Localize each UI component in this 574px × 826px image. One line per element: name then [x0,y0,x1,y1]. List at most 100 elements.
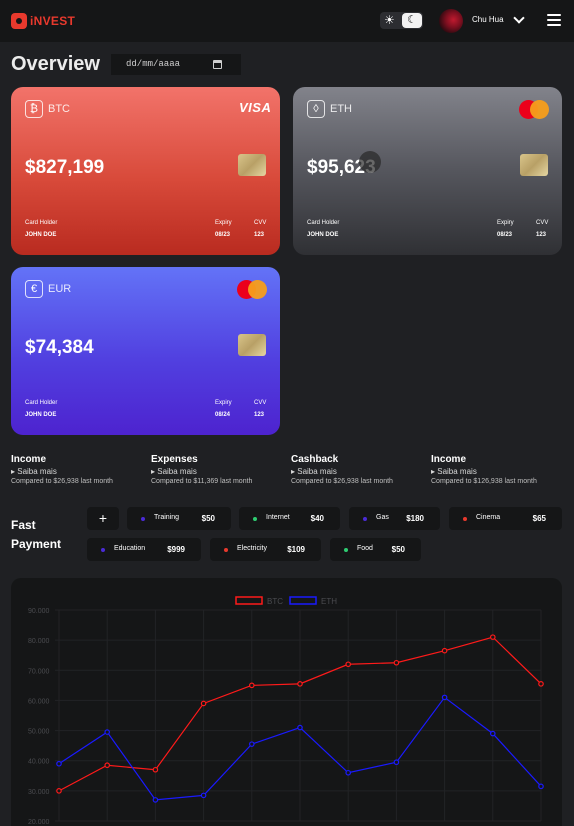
theme-toggle[interactable]: ☀ ☾ [380,12,423,29]
y-tick-label: 40.000 [28,759,50,766]
stat-note: Compared to $26,938 last month [291,478,393,485]
fast-payment-title-line1: Fast [11,518,36,532]
sun-icon[interactable]: ☀ [384,13,395,27]
stat-income-2: Income ▸ Saiba mais Compared to $126,938… [431,454,566,485]
stat-title: Income [11,454,47,465]
line-chart: 90.000 80.000 70.000 60.000 50.000 40.000 30.0… [28,596,544,826]
chip-icon [238,154,266,176]
logo-text: iNVEST [30,14,76,28]
y-tick-label: 20.000 [28,819,50,826]
payment-item-education[interactable]: Education $999 [87,538,201,561]
data-point-btc [104,762,111,769]
data-point-btc [345,661,352,668]
payment-label: Electricity [237,545,267,552]
data-point-btc [489,634,496,640]
expiry-label: Expiry [215,400,232,406]
data-point-eth [393,759,400,766]
data-point-eth [104,729,111,735]
learn-more-link[interactable]: ▸ Saiba mais [431,467,566,476]
calendar-icon[interactable] [213,60,222,69]
bitcoin-icon: ₿ [25,100,43,118]
status-dot [344,548,348,552]
ethereum-icon: ◊ [307,100,325,118]
logo-icon [11,13,27,29]
fast-payment-title-line2: Payment [11,537,62,551]
payment-label: Training [154,514,180,521]
card-holder-name: JOHN DOE [307,232,339,238]
data-point-eth [200,792,207,799]
learn-more-link[interactable]: ▸ Saiba mais [291,467,426,476]
stat-note: Compared to $26,938 last month [11,478,113,485]
y-tick-label: 30.000 [28,789,50,796]
data-point-eth [56,760,62,767]
status-dot [224,548,228,552]
payment-item-cinema[interactable]: Cinema $65 [449,507,562,530]
card-eth[interactable]: ◊ ETH $95,623 Card Holder JOHN DOE Expir… [293,87,562,255]
payment-label: Internet [266,514,290,521]
card-holder-label: Card Holder [307,220,340,226]
data-point-btc [152,766,159,773]
chevron-down-icon[interactable] [513,12,525,24]
payment-item-electricity[interactable]: Electricity $109 [210,538,321,561]
payment-amount: $40 [310,514,324,523]
expiry-value: 08/23 [215,232,231,238]
expiry-value: 08/24 [215,412,231,418]
payment-label: Cinema [476,514,501,521]
y-tick-label: 80.000 [28,638,50,645]
payment-item-gas[interactable]: Gas $180 [349,507,440,530]
cvv-value: 123 [536,232,547,238]
payment-amount: $65 [532,514,546,523]
learn-more-link[interactable]: ▸ Saiba mais [151,467,286,476]
menu-icon[interactable] [547,14,561,26]
payment-amount: $50 [391,545,405,554]
data-point-eth [249,741,255,747]
expiry-value: 08/23 [497,232,513,238]
cvv-value: 123 [254,232,265,238]
top-bar: iNVEST ☀ ☾ Chu Hua [0,0,574,42]
stat-cashback: Cashback ▸ Saiba mais Compared to $26,93… [291,454,426,485]
data-point-btc [441,647,448,654]
data-point-btc [538,681,544,687]
user-name[interactable]: Chu Hua [472,15,504,24]
card-balance: $74,384 [25,337,94,358]
cvv-label: CVV [254,400,267,406]
status-dot [253,517,257,521]
status-dot [101,548,105,552]
card-eur[interactable]: € EUR $74,384 Card Holder JOHN DOE Expir… [11,267,280,435]
payment-label: Education [114,545,146,552]
data-point-btc [393,659,400,666]
data-point-eth [345,769,352,776]
expiry-label: Expiry [497,220,514,226]
payment-item-internet[interactable]: Internet $40 [239,507,340,530]
page-title: Overview [11,53,100,75]
euro-icon: € [25,280,43,298]
data-point-eth [489,730,496,737]
stat-income: Income ▸ Saiba mais Compared to $26,938 … [11,454,146,485]
payment-label: Gas [376,514,389,521]
coin-label: ETH [330,103,352,115]
cvv-label: CVV [536,220,549,226]
card-btc[interactable]: ₿ BTC VISA $827,199 Card Holder JOHN DOE… [11,87,280,255]
legend-label: ETH [321,597,337,606]
data-point-btc [249,682,255,689]
add-payment-button[interactable]: + [87,507,119,530]
moon-icon[interactable]: ☾ [402,13,422,28]
avatar[interactable] [439,9,463,33]
learn-more-link[interactable]: ▸ Saiba mais [11,467,146,476]
data-point-btc [200,700,207,707]
data-point-eth [441,694,448,701]
y-tick-label: 50.000 [28,729,50,736]
data-point-eth [538,783,544,790]
legend-swatch [235,596,263,605]
coin-label: BTC [48,103,70,115]
mastercard-logo [519,100,551,119]
payment-amount: $50 [201,514,215,523]
status-dot [363,517,367,521]
payment-item-training[interactable]: Training $50 [127,507,231,530]
logo[interactable]: iNVEST [11,13,75,29]
payment-item-food[interactable]: Food $50 [330,538,421,561]
expiry-label: Expiry [215,220,232,226]
data-point-eth [297,724,303,731]
y-tick-label: 90.000 [28,608,50,615]
visa-logo: VISA [239,100,272,115]
